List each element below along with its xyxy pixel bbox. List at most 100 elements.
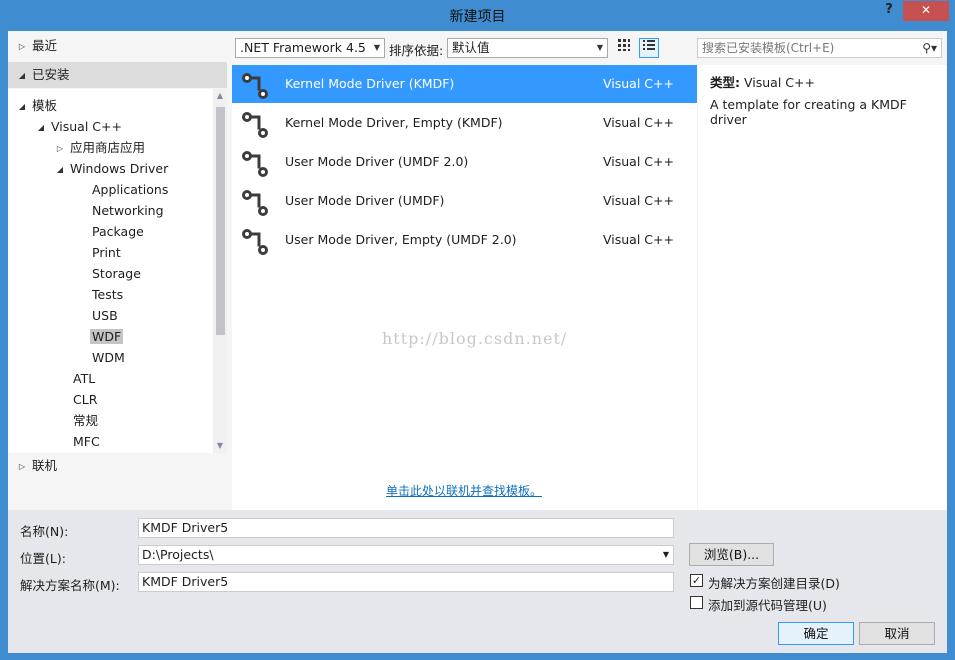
solution-name-field[interactable]: KMDF Driver5	[138, 572, 674, 592]
create-directory-checkbox[interactable]: ✓	[690, 574, 703, 587]
location-label: 位置(L):	[20, 551, 66, 566]
watermark: http://blog.csdn.net/	[382, 329, 568, 348]
grid-view-icon[interactable]	[614, 38, 634, 58]
driver-template-icon	[242, 190, 268, 216]
template-tree-panel: ▷ 最近 ◢ 已安装 ◢ 模板 ◢ Visual C++ ▷ 应用商店应用 ◢ Window…	[8, 31, 232, 479]
template-row-umdf[interactable]: User Mode Driver (UMDF) Visual C++	[232, 182, 697, 220]
location-value: D:\Projects\	[142, 547, 214, 562]
dropdown-arrow-icon[interactable]: ▼	[597, 39, 603, 57]
tree-item-print[interactable]: Print	[92, 242, 121, 263]
sort-label: 排序依据:	[389, 43, 444, 58]
dialog-window: 新建项目 ? ✕ ▷ 最近 ◢ 已安装 ◢ 模板 ◢ Visual C++ ▷ 应用商店应…	[0, 0, 955, 660]
list-view-icon[interactable]	[639, 38, 659, 58]
tree-item-tests[interactable]: Tests	[92, 284, 123, 305]
tree-item-templates[interactable]: ◢ 模板	[16, 95, 57, 116]
tree-item-clr[interactable]: CLR	[73, 389, 97, 410]
template-language: Visual C++	[603, 76, 674, 91]
expand-arrow-icon[interactable]: ▷	[16, 456, 28, 477]
tree-item-usb[interactable]: USB	[92, 305, 118, 326]
tree-item-applications[interactable]: Applications	[92, 179, 168, 200]
collapse-arrow-icon[interactable]: ◢	[16, 96, 28, 117]
expand-arrow-icon[interactable]: ▷	[16, 36, 28, 57]
tree-item-recent[interactable]: ▷ 最近	[16, 35, 57, 56]
framework-value: .NET Framework 4.5	[240, 40, 366, 55]
tree-item-label: 已安装	[32, 67, 70, 82]
driver-template-icon	[242, 151, 268, 177]
tree-item-label: WDF	[90, 329, 124, 344]
template-language: Visual C++	[603, 193, 674, 208]
tree-scrollbar[interactable]: ▲ ▼	[213, 89, 227, 453]
sort-select[interactable]: 默认值 ▼	[447, 38, 608, 58]
create-directory-label: 为解决方案创建目录(D)	[708, 576, 840, 591]
tree-item-store-apps[interactable]: ▷ 应用商店应用	[54, 137, 145, 158]
tree-item-label: 最近	[32, 38, 58, 53]
description-type: 类型: Visual C++	[710, 72, 815, 91]
browse-button[interactable]: 浏览(B)...	[689, 543, 774, 566]
tree-item-installed[interactable]: ◢ 已安装	[8, 62, 227, 88]
template-language: Visual C++	[603, 232, 674, 247]
tree-item-label: ATL	[73, 371, 96, 386]
template-row-kmdf[interactable]: Kernel Mode Driver (KMDF) Visual C++	[232, 65, 697, 103]
scroll-down-arrow-icon[interactable]: ▼	[213, 439, 227, 453]
search-placeholder: 搜索已安装模板(Ctrl+E)	[702, 41, 835, 55]
template-row-umdf2[interactable]: User Mode Driver (UMDF 2.0) Visual C++	[232, 143, 697, 181]
dropdown-arrow-icon[interactable]: ▼	[663, 546, 669, 564]
tree-item-label: USB	[92, 308, 118, 323]
sort-value: 默认值	[452, 40, 490, 55]
tree-item-storage[interactable]: Storage	[92, 263, 141, 284]
tree-item-label: 联机	[32, 458, 58, 473]
scroll-up-arrow-icon[interactable]: ▲	[213, 89, 227, 103]
tree-item-label: Storage	[92, 266, 141, 281]
template-language: Visual C++	[603, 115, 674, 130]
template-row-umdf2-empty[interactable]: User Mode Driver, Empty (UMDF 2.0) Visua…	[232, 221, 697, 259]
template-name: Kernel Mode Driver (KMDF)	[285, 76, 455, 91]
tree-item-label: Visual C++	[51, 119, 122, 134]
template-tree: ◢ 模板 ◢ Visual C++ ▷ 应用商店应用 ◢ Windows Driver …	[8, 89, 227, 453]
template-row-kmdf-empty[interactable]: Kernel Mode Driver, Empty (KMDF) Visual …	[232, 104, 697, 142]
tree-item-label: Windows Driver	[70, 161, 169, 176]
tree-item-atl[interactable]: ATL	[73, 368, 95, 389]
search-icon[interactable]: ⚲▾	[922, 39, 937, 57]
tree-item-windows-driver[interactable]: ◢ Windows Driver	[54, 158, 168, 179]
type-value: Visual C++	[743, 75, 815, 90]
expand-arrow-icon[interactable]: ▷	[54, 138, 66, 159]
tree-item-mfc[interactable]: MFC	[73, 431, 100, 452]
help-button[interactable]: ?	[878, 2, 900, 22]
location-field[interactable]: D:\Projects\ ▼	[138, 545, 674, 565]
project-form: 名称(N): KMDF Driver5 位置(L): D:\Projects\ …	[8, 510, 947, 653]
template-list: Kernel Mode Driver (KMDF) Visual C++ Ker…	[232, 65, 697, 510]
type-label: 类型:	[710, 75, 740, 90]
close-button[interactable]: ✕	[903, 1, 949, 21]
framework-select[interactable]: .NET Framework 4.5 ▼	[235, 38, 385, 58]
template-name: User Mode Driver, Empty (UMDF 2.0)	[285, 232, 517, 247]
tree-item-networking[interactable]: Networking	[92, 200, 164, 221]
template-language: Visual C++	[603, 154, 674, 169]
source-control-checkbox[interactable]	[690, 596, 703, 609]
tree-item-label: Package	[92, 224, 144, 239]
search-input[interactable]: 搜索已安装模板(Ctrl+E) ⚲▾	[697, 38, 942, 58]
tree-item-package[interactable]: Package	[92, 221, 144, 242]
collapse-arrow-icon[interactable]: ◢	[54, 159, 66, 180]
tree-item-visual-cpp[interactable]: ◢ Visual C++	[35, 116, 122, 137]
find-templates-online-link[interactable]: 单击此处以联机并查找模板。	[386, 482, 542, 499]
tree-item-label: Tests	[92, 287, 124, 302]
driver-template-icon	[242, 112, 268, 138]
tree-item-wdf[interactable]: WDF	[90, 326, 124, 347]
collapse-arrow-icon[interactable]: ◢	[16, 63, 28, 89]
tree-item-online[interactable]: ▷ 联机	[16, 455, 57, 476]
dropdown-arrow-icon[interactable]: ▼	[374, 39, 380, 57]
tree-item-label: WDM	[92, 350, 125, 365]
tree-item-wdm[interactable]: WDM	[92, 347, 125, 368]
collapse-arrow-icon[interactable]: ◢	[35, 117, 47, 138]
tree-item-general[interactable]: 常规	[73, 410, 98, 431]
source-control-label: 添加到源代码管理(U)	[708, 598, 827, 613]
title-bar: 新建项目 ? ✕	[0, 0, 955, 30]
scrollbar-thumb[interactable]	[216, 107, 225, 335]
tree-item-label: Applications	[92, 182, 169, 197]
cancel-button[interactable]: 取消	[859, 622, 935, 645]
driver-template-icon	[242, 73, 268, 99]
ok-button[interactable]: 确定	[778, 622, 854, 645]
window-title: 新建项目	[449, 9, 506, 25]
name-label: 名称(N):	[20, 524, 69, 539]
name-field[interactable]: KMDF Driver5	[138, 518, 674, 538]
